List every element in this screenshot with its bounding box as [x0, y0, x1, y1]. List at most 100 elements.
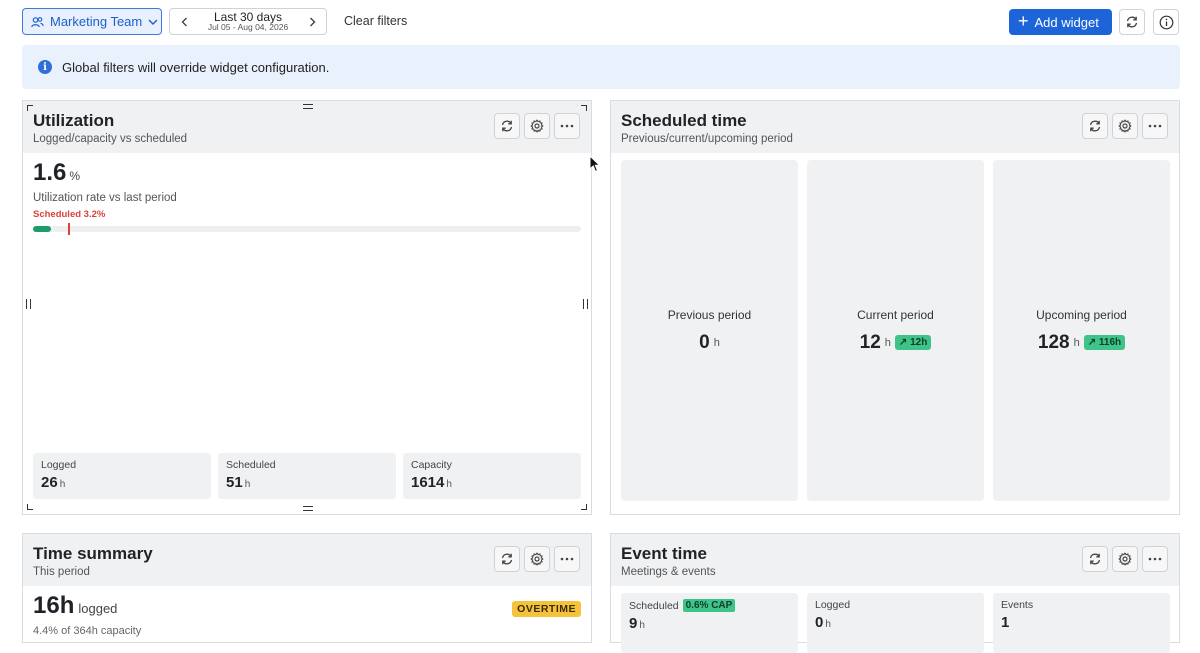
capacity-detail: 4.4% of 364h capacity — [33, 625, 142, 637]
mouse-cursor-icon — [589, 155, 601, 173]
utilization-widget[interactable]: Utilization Logged/capacity vs scheduled… — [22, 100, 592, 515]
widget-actions — [494, 113, 580, 139]
stat-value: 51 h — [226, 474, 388, 491]
widget-settings-button[interactable] — [1112, 546, 1138, 572]
widget-header: Event time Meetings & events — [611, 534, 1179, 586]
widget-more-button[interactable] — [554, 113, 580, 139]
refresh-icon — [501, 120, 513, 132]
event-label-text: Logged — [815, 599, 851, 611]
team-filter-dropdown[interactable]: Marketing Team — [22, 8, 162, 35]
event-time-widget[interactable]: Event time Meetings & events Scheduled 0… — [610, 533, 1180, 653]
period-previous: Previous period 0 h — [621, 160, 798, 501]
widget-title: Scheduled time — [621, 111, 747, 130]
widget-body: Previous period 0 h Current period 12 h … — [611, 153, 1179, 514]
dashboard-toolbar: Marketing Team Last 30 days Jul 05 - Aug… — [0, 0, 1200, 44]
stat-number: 1614 — [411, 474, 445, 491]
resize-handle-bottom[interactable] — [303, 506, 313, 511]
widget-refresh-button[interactable] — [494, 546, 520, 572]
resize-handle-bottom-left[interactable] — [27, 504, 33, 510]
widget-actions — [1082, 113, 1168, 139]
resize-handle-top-left[interactable] — [27, 105, 33, 111]
add-widget-button[interactable]: + Add widget — [1009, 9, 1112, 35]
resize-handle-top[interactable] — [303, 104, 313, 109]
time-summary-widget[interactable]: Time summary This period 16h logged 4.4% … — [22, 533, 592, 643]
event-value: 9h — [629, 615, 790, 632]
widget-more-button[interactable] — [554, 546, 580, 572]
widget-title: Utilization — [33, 111, 115, 130]
scheduled-time-widget[interactable]: Scheduled time Previous/current/upcoming… — [610, 100, 1180, 515]
trend-up-icon: ↗ — [898, 337, 908, 348]
date-range-dates: Jul 05 - Aug 04, 2026 — [207, 22, 289, 33]
period-upcoming: Upcoming period 128 h ↗ 116h — [993, 160, 1170, 501]
widget-header: Time summary This period — [23, 534, 591, 586]
gear-icon — [530, 119, 544, 133]
event-logged: Logged 0h — [807, 593, 984, 653]
more-icon — [560, 557, 574, 561]
stat-unit: h — [244, 479, 251, 490]
trend-badge-text: 12h — [910, 337, 928, 348]
team-filter-label: Marketing Team — [50, 14, 143, 29]
widget-settings-button[interactable] — [524, 113, 550, 139]
widget-body: 16h logged 4.4% of 364h capacity OVERTIME — [23, 586, 591, 642]
refresh-all-button[interactable] — [1119, 9, 1145, 35]
stat-label: Capacity — [411, 459, 452, 471]
utilization-rate-value: 1.6 — [33, 159, 67, 186]
resize-handle-left[interactable] — [26, 299, 31, 309]
period-label: Previous period — [667, 307, 752, 322]
refresh-icon — [1089, 120, 1101, 132]
trend-up-icon: ↗ — [1087, 337, 1097, 348]
widget-body: 1.6% Utilization rate vs last period Sch… — [23, 153, 591, 514]
info-button[interactable] — [1153, 9, 1179, 35]
widget-refresh-button[interactable] — [1082, 113, 1108, 139]
trend-badge: ↗ 116h — [1083, 335, 1126, 350]
period-unit: h — [713, 336, 720, 349]
resize-handle-top-right[interactable] — [581, 105, 587, 111]
event-label: Events — [1001, 599, 1162, 611]
stat-unit: h — [59, 479, 66, 490]
trend-badge-text: 116h — [1098, 337, 1122, 348]
event-number: 0 — [815, 614, 824, 631]
gear-icon — [1118, 119, 1132, 133]
stat-number: 26 — [41, 474, 58, 491]
widget-settings-button[interactable] — [1112, 113, 1138, 139]
date-range-picker[interactable]: Last 30 days Jul 05 - Aug 04, 2026 — [169, 8, 327, 35]
widget-settings-button[interactable] — [524, 546, 550, 572]
chevron-left-icon[interactable] — [178, 15, 190, 29]
capacity-badge: 0.6% CAP — [682, 599, 736, 612]
logged-hours: 16h — [33, 592, 75, 619]
clear-filters-button[interactable]: Clear filters — [344, 14, 407, 28]
stat-scheduled: Scheduled 51 h — [218, 453, 396, 499]
period-number: 128 — [1037, 331, 1070, 353]
add-widget-label: Add widget — [1034, 14, 1099, 30]
users-icon — [31, 16, 44, 27]
event-label: Logged — [815, 599, 976, 611]
event-value: 0h — [815, 614, 976, 631]
widget-subtitle: This period — [33, 566, 90, 578]
more-icon — [1148, 557, 1162, 561]
stat-logged: Logged 26 h — [33, 453, 211, 499]
event-label-text: Scheduled — [629, 599, 679, 612]
utilization-progress-bar — [33, 223, 581, 235]
event-scheduled: Scheduled 0.6% CAP 9h — [621, 593, 798, 653]
gear-icon — [1118, 552, 1132, 566]
event-count: Events 1 — [993, 593, 1170, 653]
resize-handle-right[interactable] — [583, 299, 588, 309]
trend-badge: ↗ 12h — [894, 335, 932, 350]
event-label: Scheduled 0.6% CAP — [629, 599, 790, 612]
chevron-down-icon — [148, 19, 158, 25]
widget-refresh-button[interactable] — [1082, 546, 1108, 572]
period-unit: h — [884, 336, 891, 349]
widget-more-button[interactable] — [1142, 113, 1168, 139]
refresh-icon — [501, 553, 513, 565]
event-label-text: Events — [1001, 599, 1034, 611]
utilization-rate: 1.6% — [33, 159, 80, 187]
chevron-right-icon[interactable] — [306, 15, 318, 29]
widget-refresh-button[interactable] — [494, 113, 520, 139]
resize-handle-bottom-right[interactable] — [581, 504, 587, 510]
refresh-icon — [1089, 553, 1101, 565]
stat-unit: h — [446, 479, 452, 490]
scheduled-note: Scheduled 3.2% — [33, 209, 106, 220]
widget-more-button[interactable] — [1142, 546, 1168, 572]
widget-title: Time summary — [33, 544, 153, 563]
widget-body: Scheduled 0.6% CAP 9h Logged 0h Events 1 — [611, 586, 1179, 653]
